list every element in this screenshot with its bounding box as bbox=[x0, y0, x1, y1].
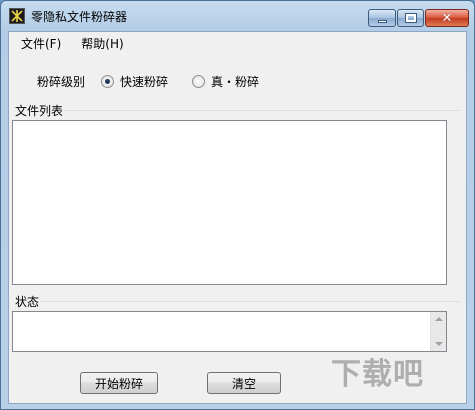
close-button[interactable]: ✕ bbox=[425, 9, 469, 27]
app-window: 零隐私文件粉碎器 ✕ 文件(F) 帮助(H) 粉碎级别 快速粉碎 真・粉碎 文件… bbox=[0, 0, 475, 410]
clear-button[interactable]: 清空 bbox=[207, 372, 281, 394]
status-scrollbar[interactable] bbox=[430, 312, 446, 351]
minimize-button[interactable] bbox=[368, 9, 396, 27]
file-list-divider bbox=[65, 110, 460, 111]
title-bar[interactable]: 零隐私文件粉碎器 ✕ bbox=[1, 1, 474, 31]
shred-level-group: 粉碎级别 快速粉碎 真・粉碎 bbox=[37, 72, 283, 90]
radio-quick-shred[interactable]: 快速粉碎 bbox=[101, 73, 168, 90]
radio-quick-shred-label: 快速粉碎 bbox=[120, 74, 169, 89]
file-list-box[interactable] bbox=[12, 120, 447, 285]
radio-selected-icon[interactable] bbox=[101, 74, 115, 88]
menu-file[interactable]: 文件(F) bbox=[13, 33, 69, 54]
radio-true-shred[interactable]: 真・粉碎 bbox=[192, 73, 259, 90]
watermark-text: 下载吧 bbox=[331, 357, 424, 392]
close-icon: ✕ bbox=[441, 10, 453, 26]
status-box[interactable] bbox=[12, 311, 447, 352]
maximize-icon bbox=[405, 14, 416, 22]
shred-level-label: 粉碎级别 bbox=[37, 74, 86, 89]
scroll-down-icon[interactable] bbox=[435, 342, 443, 346]
maximize-button[interactable] bbox=[397, 9, 424, 27]
radio-unselected-icon[interactable] bbox=[192, 74, 206, 88]
shredder-app-icon bbox=[9, 8, 25, 24]
window-title: 零隐私文件粉碎器 bbox=[31, 10, 128, 24]
file-list-label: 文件列表 bbox=[15, 102, 66, 119]
radio-true-shred-label: 真・粉碎 bbox=[211, 74, 260, 89]
menu-bar: 文件(F) 帮助(H) bbox=[9, 32, 466, 54]
status-divider bbox=[41, 301, 460, 302]
menu-help[interactable]: 帮助(H) bbox=[73, 33, 131, 54]
start-shred-button[interactable]: 开始粉碎 bbox=[80, 372, 158, 394]
scroll-up-icon[interactable] bbox=[435, 317, 443, 321]
minimize-icon bbox=[377, 19, 387, 23]
status-label: 状态 bbox=[15, 293, 42, 310]
